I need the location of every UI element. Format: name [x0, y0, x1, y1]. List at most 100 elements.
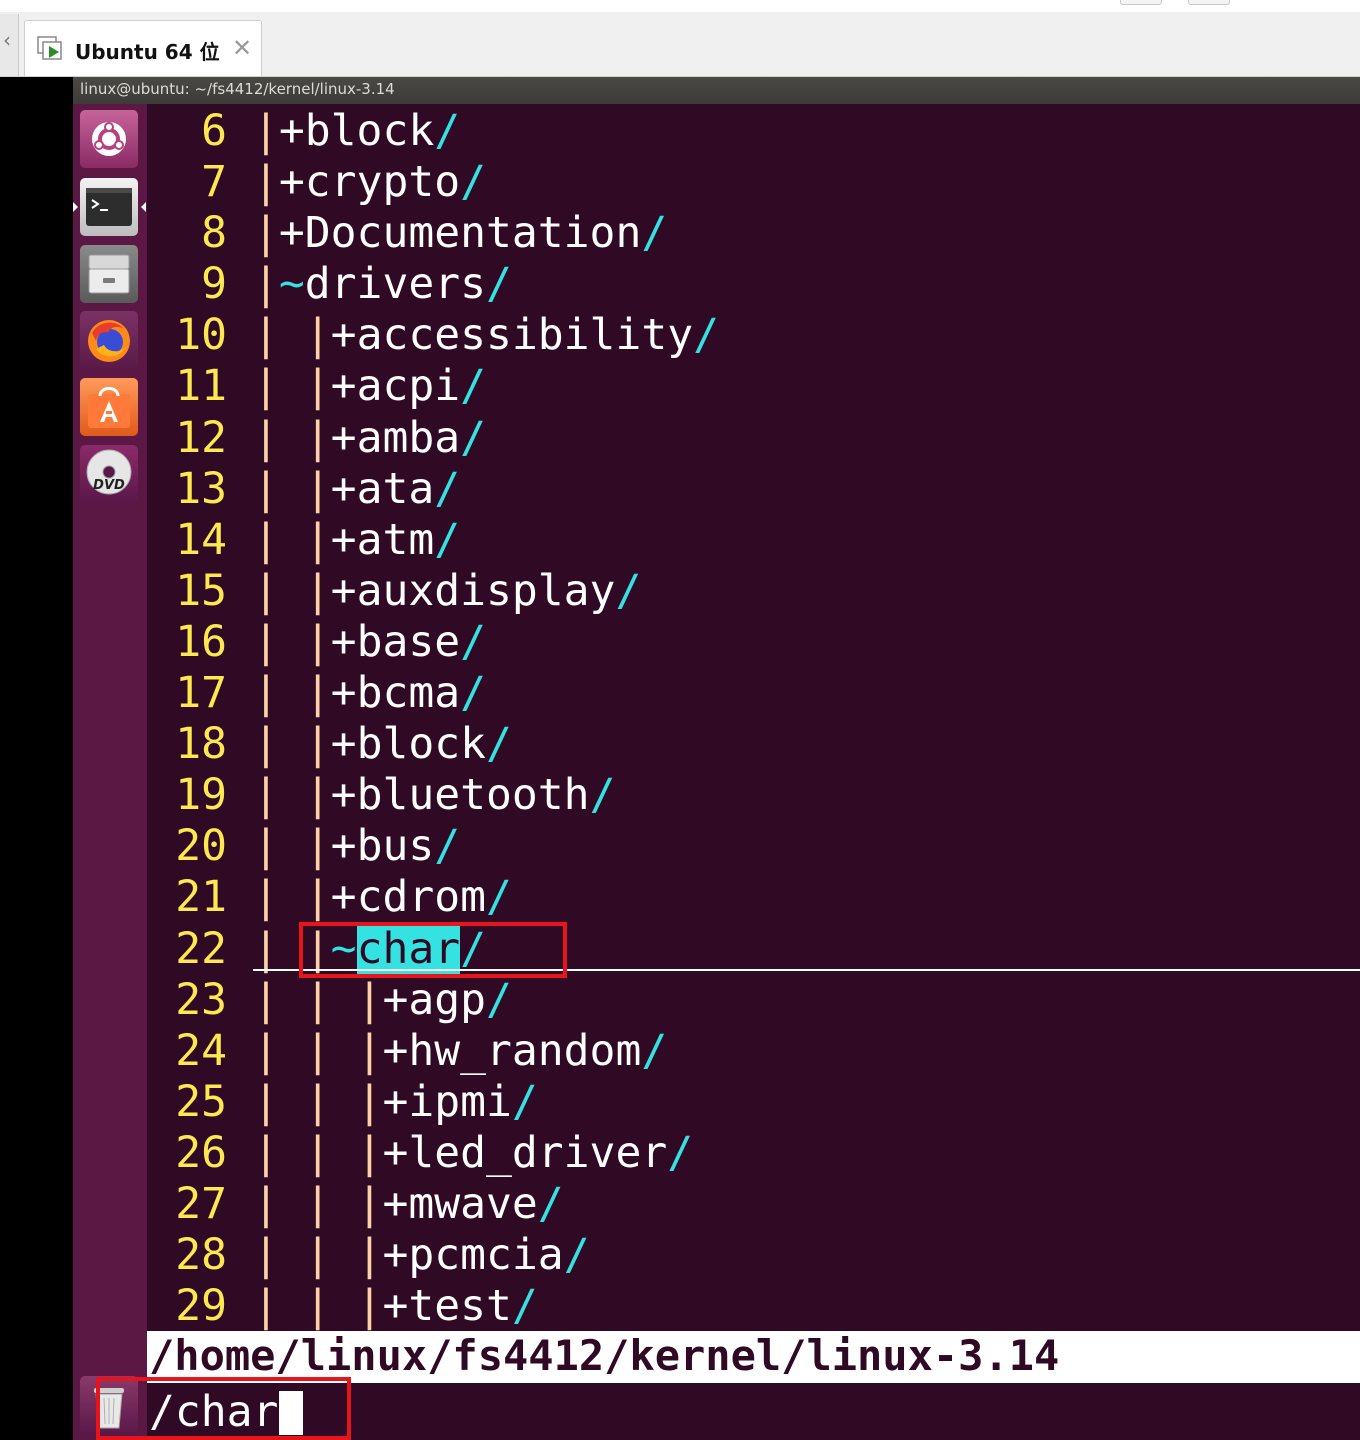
collapsed-marker: +: [330, 310, 357, 361]
terminal-icon[interactable]: [80, 178, 138, 236]
tree-entry: | |~char/: [253, 923, 486, 975]
collapsed-marker: +: [278, 157, 305, 208]
tree-line[interactable]: 29 | | |+test/: [147, 1281, 1360, 1332]
terminal-title-bar: linux@ubuntu: ~/fs4412/kernel/linux-3.14: [73, 77, 1360, 104]
tree-line[interactable]: 22 | |~char/: [147, 923, 1360, 975]
tree-line[interactable]: 26 | | |+led_driver/: [147, 1128, 1360, 1179]
vm-window: ‹ Ubuntu 64 位 ✕ linux@ubuntu: ~/fs4412/k…: [0, 0, 1360, 1440]
software-center-icon[interactable]: [80, 378, 138, 436]
tree-indent: | | |: [253, 1178, 383, 1229]
search-command: /char: [149, 1387, 279, 1437]
collapsed-marker: +: [330, 668, 357, 719]
tab-scroll-left[interactable]: ‹: [0, 14, 19, 76]
tree-line[interactable]: 6 |+block/: [147, 106, 1360, 157]
expanded-marker: ~: [330, 923, 357, 974]
status-line: /home/linux/fs4412/kernel/linux-3.14: [147, 1331, 1360, 1383]
dvd-icon[interactable]: DVD: [80, 445, 138, 503]
tree-entry: | |+bus/: [253, 821, 460, 872]
tree-entry: | |+ata/: [253, 464, 460, 515]
tree-indent: | |: [253, 616, 331, 667]
collapsed-marker: +: [330, 514, 357, 565]
tree-line[interactable]: 19 | |+bluetooth/: [147, 770, 1360, 821]
directory-slash: /: [460, 157, 487, 208]
line-number: 17: [175, 668, 227, 719]
line-number: 25: [175, 1076, 227, 1127]
tree-entry: |+block/: [253, 106, 460, 157]
collapsed-marker: +: [278, 208, 305, 259]
tree-indent: | | |: [253, 1076, 383, 1127]
tree-line[interactable]: 17 | |+bcma/: [147, 668, 1360, 719]
toolbar-button[interactable]: [1120, 0, 1162, 5]
directory-slash: /: [486, 719, 512, 770]
tree-entry: | |+acpi/: [253, 361, 486, 412]
tree-indent: | | |: [253, 974, 383, 1025]
collapsed-marker: +: [278, 106, 305, 156]
line-number: 19: [175, 770, 227, 821]
tree-line[interactable]: 23 | | |+agp/: [147, 975, 1360, 1026]
tree-line[interactable]: 20 | |+bus/: [147, 821, 1360, 872]
text-cursor: [279, 1391, 303, 1435]
terminal-view[interactable]: 6 |+block/7 |+crypto/8 |+Documentation/9 |~d…: [147, 104, 1360, 1440]
tree-line[interactable]: 18 | |+block/: [147, 719, 1360, 770]
collapsed-marker: +: [330, 565, 357, 616]
directory-slash: /: [460, 616, 487, 667]
tree-line[interactable]: 11 | |+acpi/: [147, 361, 1360, 412]
line-number: 16: [175, 616, 227, 667]
directory-name: crypto: [304, 157, 461, 208]
trash-icon[interactable]: [80, 1376, 138, 1434]
tree-line[interactable]: 28 | | |+pcmcia/: [147, 1230, 1360, 1281]
close-icon[interactable]: ✕: [229, 33, 255, 63]
tree-line[interactable]: 25 | | |+ipmi/: [147, 1077, 1360, 1128]
collapsed-marker: +: [382, 1076, 409, 1127]
tree-line[interactable]: 15 | |+auxdisplay/: [147, 566, 1360, 617]
ubuntu-dash-icon[interactable]: [80, 110, 138, 168]
toolbar-button[interactable]: [1188, 0, 1230, 5]
command-line[interactable]: /char: [147, 1385, 1360, 1440]
directory-name: amba: [356, 412, 461, 463]
tree-line[interactable]: 7 |+crypto/: [147, 157, 1360, 208]
tree-line[interactable]: 24 | | |+hw_random/: [147, 1026, 1360, 1077]
tree-entry: | | |+ipmi/: [253, 1077, 538, 1128]
directory-name: cdrom: [356, 872, 487, 923]
directory-slash: /: [693, 310, 719, 361]
directory-name: bus: [356, 821, 435, 872]
tree-entry: | |+cdrom/: [253, 872, 512, 923]
tab-label: Ubuntu 64 位: [75, 40, 220, 64]
tree-line[interactable]: 12 | |+amba/: [147, 413, 1360, 464]
window-title: linux@ubuntu: ~/fs4412/kernel/linux-3.14: [80, 80, 395, 98]
line-number: 6: [201, 106, 227, 156]
tree-line[interactable]: 13 | |+ata/: [147, 464, 1360, 515]
tree-line[interactable]: 27 | | |+mwave/: [147, 1179, 1360, 1230]
directory-name: bluetooth: [356, 770, 590, 821]
tree-indent: | | |: [253, 1230, 383, 1281]
tree-entry: |+Documentation/: [253, 208, 667, 259]
line-number: 28: [175, 1230, 227, 1281]
tree-line[interactable]: 16 | |+base/: [147, 617, 1360, 668]
tree-line[interactable]: 10 | |+accessibility/: [147, 310, 1360, 361]
tab-ubuntu-64[interactable]: Ubuntu 64 位 ✕: [24, 20, 262, 76]
directory-slash: /: [434, 821, 461, 872]
directory-name: base: [356, 616, 461, 667]
collapsed-marker: +: [330, 361, 357, 412]
tree-line[interactable]: 8 |+Documentation/: [147, 208, 1360, 259]
tree-line[interactable]: 9 |~drivers/: [147, 259, 1360, 310]
tree-entry: | |+auxdisplay/: [253, 566, 641, 617]
directory-slash: /: [667, 1127, 694, 1178]
tree-entry: | | |+pcmcia/: [253, 1230, 590, 1281]
directory-slash: /: [434, 463, 461, 514]
files-icon[interactable]: [80, 245, 138, 303]
vm-screen-border: [0, 77, 73, 1440]
tree-entry: | |+amba/: [253, 413, 486, 464]
firefox-icon[interactable]: [80, 311, 138, 369]
tree-line[interactable]: 21 | |+cdrom/: [147, 872, 1360, 923]
line-number: 12: [175, 412, 227, 463]
tree-indent: | | |: [253, 1025, 383, 1076]
line-number: 20: [175, 821, 227, 872]
collapsed-marker: +: [330, 463, 357, 514]
directory-name: test: [408, 1281, 512, 1332]
directory-name: drivers: [304, 259, 486, 310]
line-number: 8: [201, 208, 227, 259]
collapsed-marker: +: [382, 1127, 409, 1178]
directory-name: pcmcia: [408, 1230, 564, 1281]
tree-line[interactable]: 14 | |+atm/: [147, 515, 1360, 566]
